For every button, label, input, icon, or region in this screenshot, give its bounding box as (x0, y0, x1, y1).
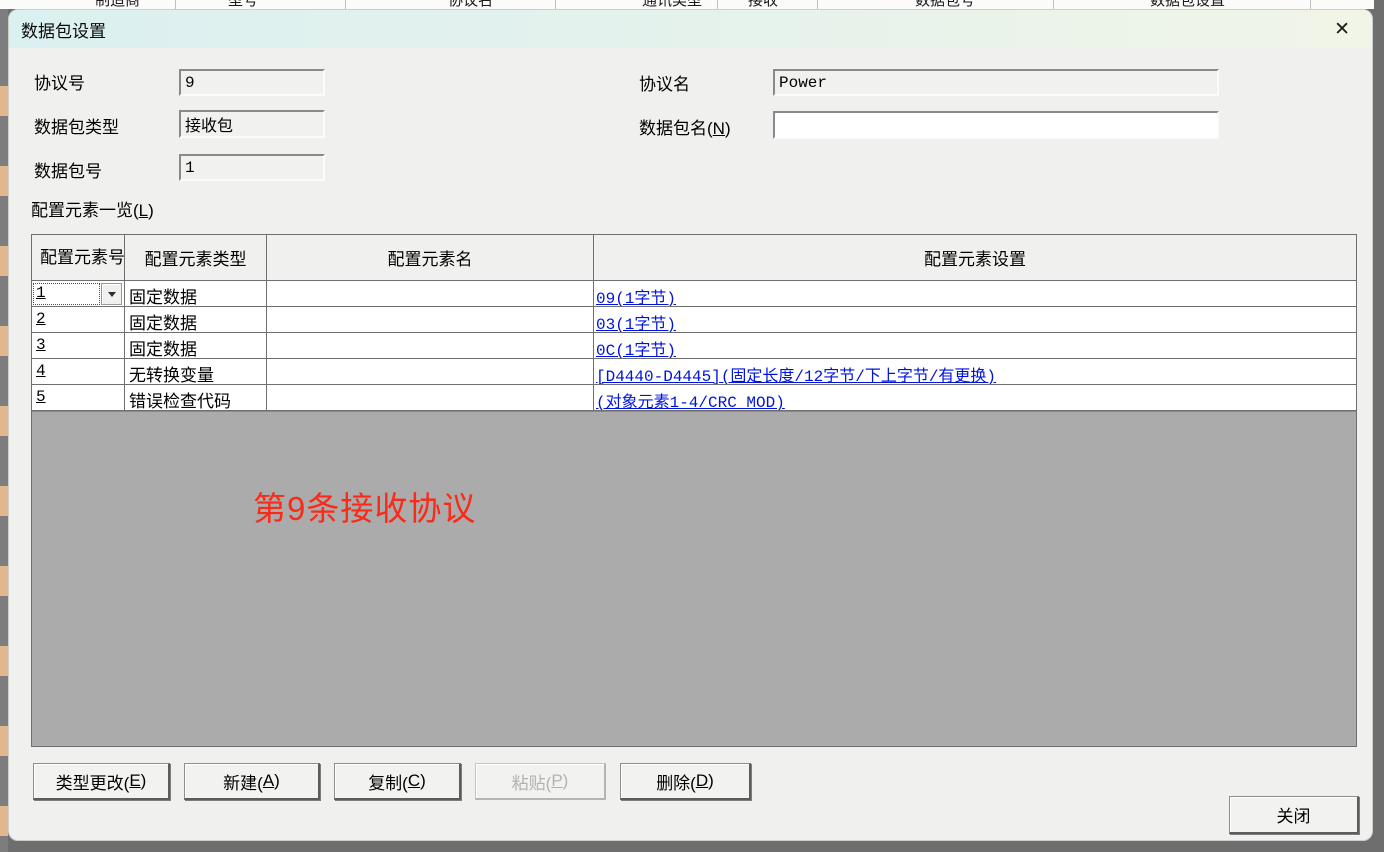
dialog-titlebar[interactable]: 数据包设置 ✕ (9, 10, 1372, 48)
table-row: 3 固定数据 0C(1字节) (32, 333, 1356, 359)
combobox-dropdown-button[interactable] (101, 283, 122, 305)
element-type-cell[interactable]: 错误检查代码 (125, 385, 267, 411)
table-row: 5 错误检查代码 (对象元素1-4/CRC MOD) (32, 385, 1356, 411)
element-no-cell[interactable]: 3 (32, 333, 125, 359)
background-header-divider (717, 0, 718, 9)
annotation-text: 第9条接收协议 (253, 482, 476, 530)
element-no-cell[interactable]: 5 (32, 385, 125, 411)
packet-no-label: 数据包号 (34, 157, 102, 182)
new-button[interactable]: 新建(A) (184, 763, 320, 800)
packet-type-field: 接收包 (179, 110, 325, 138)
close-icon[interactable]: ✕ (1334, 20, 1350, 39)
combobox-value[interactable]: 1 (33, 283, 100, 305)
element-no-cell: 1 (32, 281, 125, 307)
element-setting-link[interactable]: 09(1字节) (596, 290, 676, 307)
protocol-name-field: Power (773, 69, 1219, 96)
background-header-fragment: 接收 (748, 0, 778, 9)
packet-settings-dialog: 数据包设置 ✕ 协议号 9 数据包类型 接收包 数据包号 1 协议名 Power… (8, 9, 1373, 841)
element-list: 配置元素号 配置元素类型 配置元素名 配置元素设置 1 固定数据 09(1字节)… (31, 234, 1357, 747)
element-type-cell[interactable]: 无转换变量 (125, 359, 267, 385)
background-header-fragment: 型号 (228, 0, 258, 9)
element-name-cell[interactable] (267, 333, 594, 359)
packet-no-value: 1 (185, 159, 195, 177)
element-setting-link[interactable]: 03(1字节) (596, 316, 676, 333)
protocol-no-field: 9 (179, 69, 325, 96)
background-header-divider (1053, 0, 1054, 9)
element-list-header: 配置元素号 配置元素类型 配置元素名 配置元素设置 (32, 235, 1356, 281)
packet-type-label: 数据包类型 (34, 113, 119, 138)
copy-button[interactable]: 复制(C) (334, 763, 461, 800)
background-header-fragment: 通讯类型 (642, 0, 702, 9)
background-header-fragment: 数据包设置 (1150, 0, 1225, 9)
protocol-name-value: Power (779, 74, 827, 92)
background-header-fragment: 制造商 (95, 0, 140, 9)
background-window-header: 制造商 型号 协议名 通讯类型 接收 数据包号 数据包设置 (0, 0, 1374, 9)
element-setting-cell: 0C(1字节) (594, 333, 1356, 359)
packet-no-field: 1 (179, 154, 325, 181)
element-type-cell[interactable]: 固定数据 (125, 307, 267, 333)
delete-button[interactable]: 删除(D) (620, 763, 751, 800)
element-name-cell[interactable] (267, 281, 594, 307)
element-no-combobox[interactable]: 1 (32, 281, 124, 306)
column-header-element-setting: 配置元素设置 (594, 235, 1356, 281)
element-list-label: 配置元素一览(L) (31, 196, 154, 221)
table-row: 4 无转换变量 [D4440-D4445](固定长度/12字节/下上字节/有更换… (32, 359, 1356, 385)
close-button[interactable]: 关闭 (1229, 796, 1359, 834)
column-header-element-name: 配置元素名 (267, 235, 594, 281)
background-left-stripe (0, 9, 8, 852)
packet-name-label: 数据包名(N) (639, 114, 731, 139)
protocol-no-label: 协议号 (34, 69, 85, 94)
element-setting-cell: (对象元素1-4/CRC MOD) (594, 385, 1356, 411)
screen: 制造商 型号 协议名 通讯类型 接收 数据包号 数据包设置 数据包设置 ✕ 协议… (0, 0, 1384, 852)
element-type-cell[interactable]: 固定数据 (125, 333, 267, 359)
background-header-divider (817, 0, 818, 9)
column-header-element-type: 配置元素类型 (125, 235, 267, 281)
packet-type-value: 接收包 (185, 112, 233, 136)
element-type-cell[interactable]: 固定数据 (125, 281, 267, 307)
table-row: 1 固定数据 09(1字节) (32, 281, 1356, 307)
table-row: 2 固定数据 03(1字节) (32, 307, 1356, 333)
element-setting-link[interactable]: (对象元素1-4/CRC MOD) (596, 394, 785, 411)
packet-name-input[interactable] (773, 111, 1219, 139)
element-no-cell[interactable]: 4 (32, 359, 125, 385)
element-no-cell[interactable]: 2 (32, 307, 125, 333)
dialog-title: 数据包设置 (21, 17, 106, 42)
element-setting-link[interactable]: 0C(1字节) (596, 342, 676, 359)
element-list-empty-area (32, 411, 1356, 746)
background-header-divider (555, 0, 556, 9)
element-name-cell[interactable] (267, 359, 594, 385)
element-setting-link[interactable]: [D4440-D4445](固定长度/12字节/下上字节/有更换) (596, 368, 996, 385)
column-header-element-no: 配置元素号 (32, 235, 125, 281)
chevron-down-icon (108, 292, 116, 297)
change-type-button[interactable]: 类型更改(E) (33, 763, 170, 800)
element-setting-cell: 03(1字节) (594, 307, 1356, 333)
background-header-fragment: 数据包号 (915, 0, 975, 9)
background-header-divider (345, 0, 346, 9)
background-header-divider (175, 0, 176, 9)
paste-button[interactable]: 粘贴(P) (475, 763, 606, 800)
element-name-cell[interactable] (267, 385, 594, 411)
protocol-no-value: 9 (185, 74, 195, 92)
element-setting-cell: [D4440-D4445](固定长度/12字节/下上字节/有更换) (594, 359, 1356, 385)
background-header-divider (1310, 0, 1311, 9)
action-button-row: 类型更改(E) 新建(A) 复制(C) 粘贴(P) 删除(D) (33, 763, 765, 800)
element-name-cell[interactable] (267, 307, 594, 333)
background-header-fragment: 协议名 (448, 0, 493, 9)
protocol-name-label: 协议名 (639, 70, 690, 95)
element-setting-cell: 09(1字节) (594, 281, 1356, 307)
